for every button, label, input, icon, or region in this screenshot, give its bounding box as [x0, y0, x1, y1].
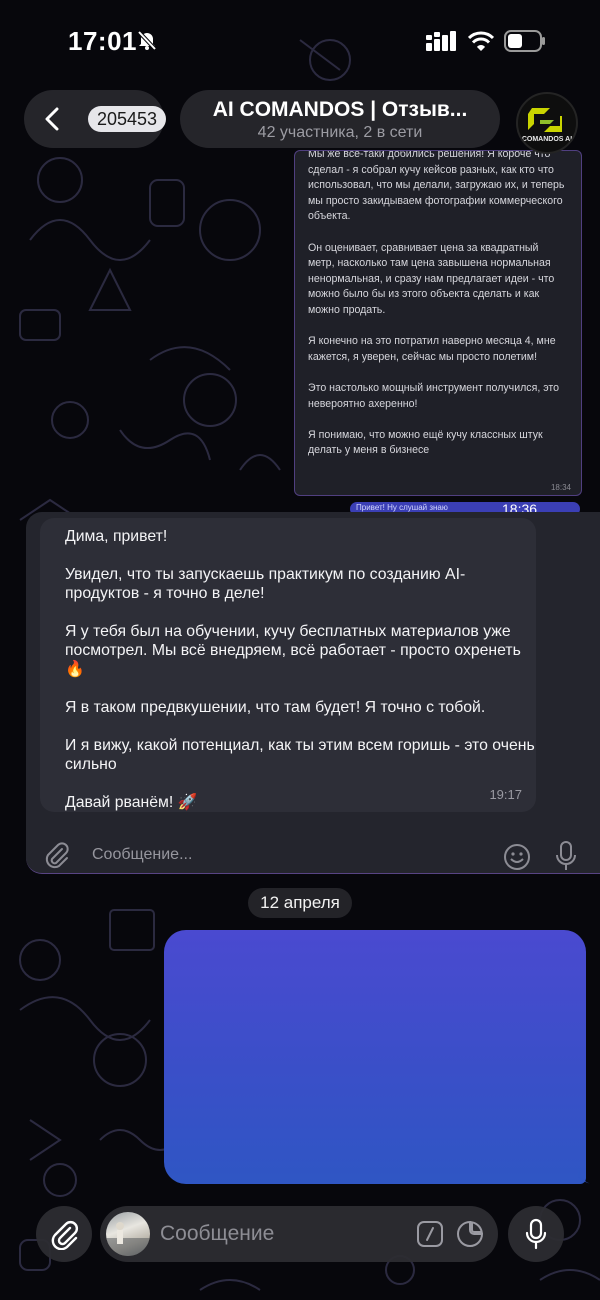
paperclip-icon — [51, 1221, 78, 1250]
message-composer — [100, 1206, 498, 1262]
chevron-left-icon — [45, 107, 59, 131]
outgoing-message-bubble[interactable] — [164, 930, 586, 1184]
emoji-icon — [504, 844, 530, 870]
sticker-icon[interactable] — [456, 1220, 484, 1248]
chat-info-header[interactable]: AI COMANDOS | Отзыв... 42 участника, 2 в… — [180, 90, 500, 148]
unread-count-badge: 205453 — [88, 106, 167, 132]
screenshot-message-bubble: Мы же все-таки добились решения! Я короч… — [294, 150, 582, 496]
person-silhouette-icon — [106, 1222, 150, 1256]
inner-message-placeholder: Сообщение... — [92, 846, 193, 863]
date-separator: 12 апреля — [248, 888, 352, 918]
command-slash-icon[interactable] — [416, 1220, 444, 1248]
voice-record-button[interactable] — [508, 1206, 564, 1262]
chat-title: AI COMANDOS | Отзыв... — [212, 98, 468, 121]
back-button[interactable]: 205453 — [24, 90, 167, 148]
screenshot-message-time: 18:34 — [550, 483, 571, 492]
bubble-tail — [578, 1166, 592, 1184]
wifi-icon — [468, 31, 494, 51]
muted-bell-icon — [137, 30, 157, 51]
attachment-thumbnail[interactable] — [106, 1212, 150, 1256]
avatar-label: COMANDOS AI — [521, 136, 573, 143]
attach-button[interactable] — [36, 1206, 92, 1262]
microphone-icon — [556, 841, 576, 870]
signal-icon — [426, 31, 456, 51]
battery-icon — [504, 30, 545, 52]
screenshot-reply-text: Привет! Ну слушай знаю — [356, 503, 448, 512]
group-avatar[interactable]: COMANDOS AI — [516, 92, 578, 154]
microphone-icon — [525, 1218, 547, 1250]
screenshot-message-text: Мы же все-таки добились решения! Я короч… — [308, 150, 565, 457]
paperclip-icon — [45, 842, 69, 869]
status-bar: 17:01 — [0, 0, 600, 80]
chat-subtitle: 42 участника, 2 в сети — [257, 124, 423, 141]
review-message-time: 19:17 — [489, 787, 522, 802]
review-message-text: Дима, привет! Увидел, что ты запускаешь … — [65, 528, 535, 811]
message-input[interactable] — [160, 1218, 400, 1250]
comandos-logo-icon — [528, 108, 562, 132]
status-time: 17:01 — [68, 26, 137, 56]
review-message-bubble: Дима, привет! Увидел, что ты запускаешь … — [40, 518, 536, 812]
